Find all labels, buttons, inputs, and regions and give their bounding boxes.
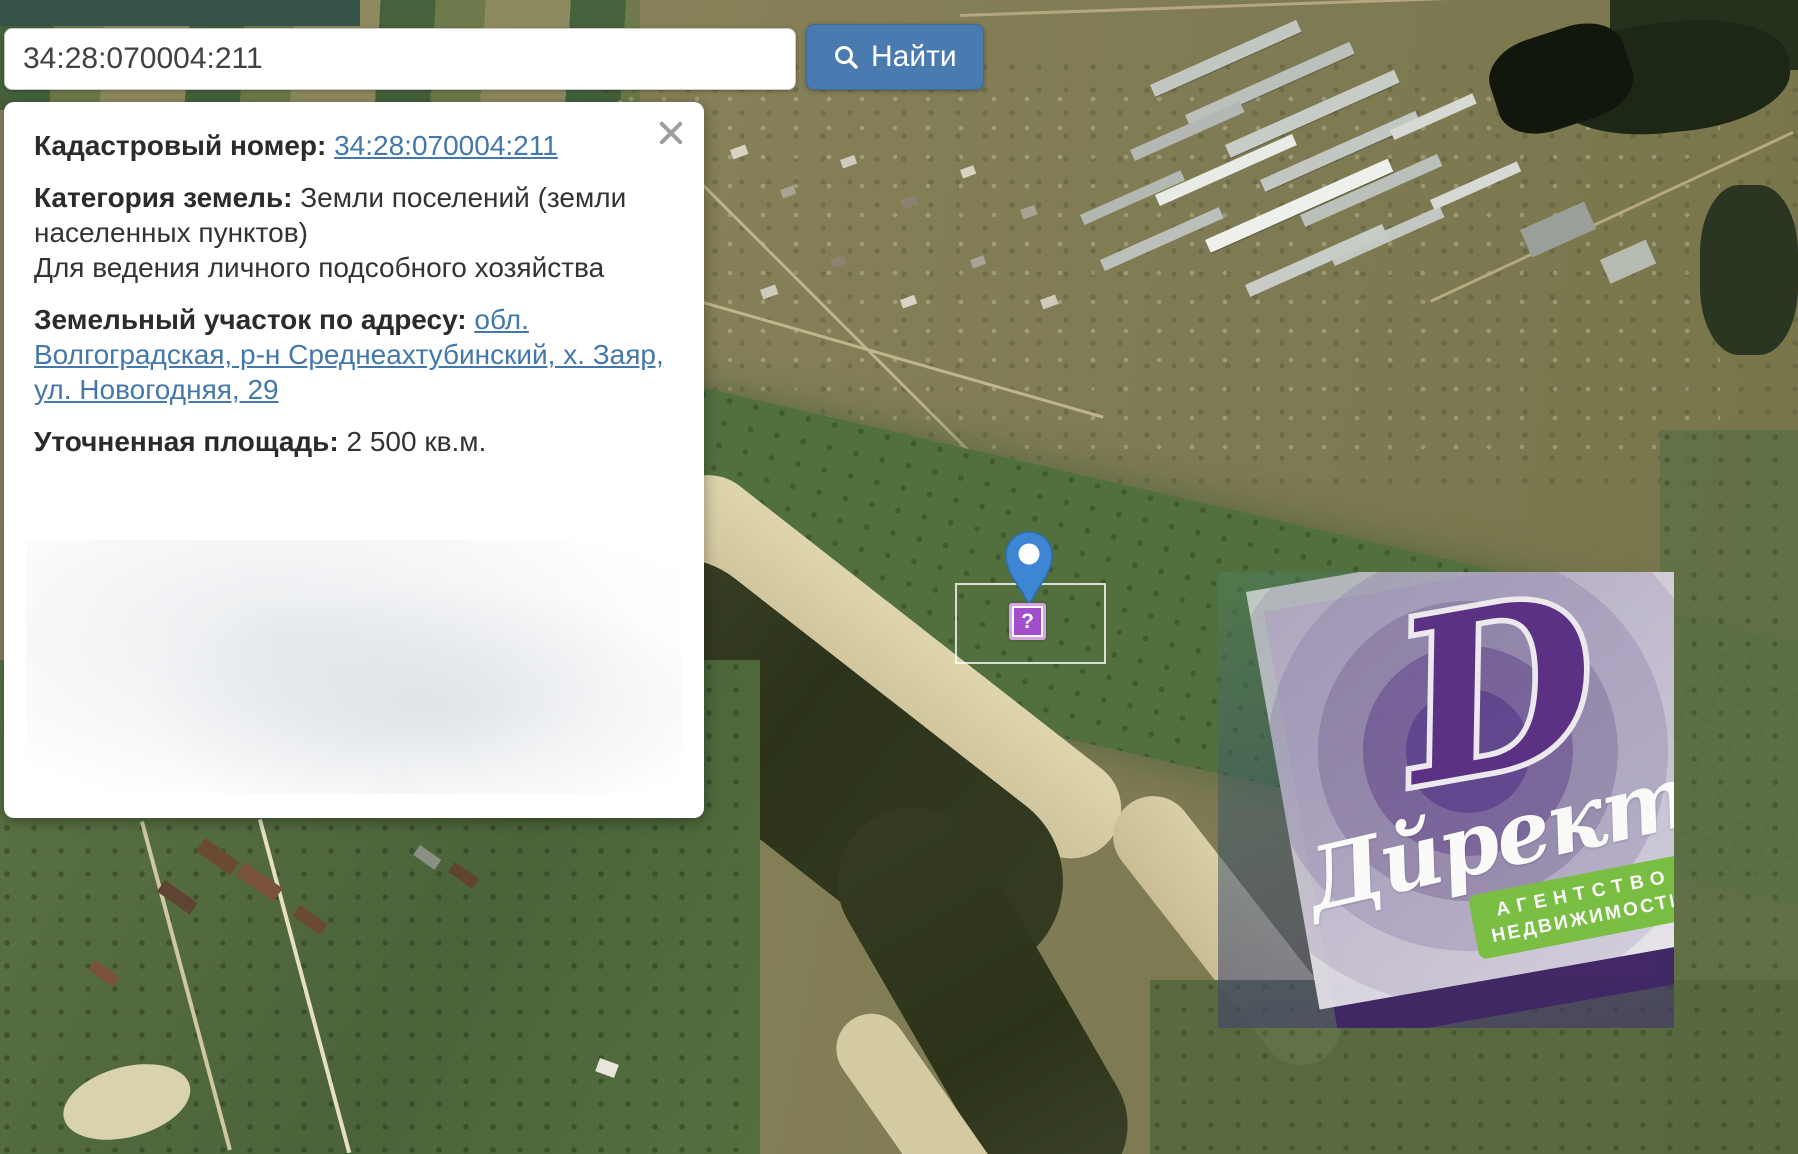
find-button[interactable]: Найти [806, 24, 984, 90]
agency-watermark: D Дйрект АГЕНТСТВО НЕДВИЖИМОСТИ [1218, 572, 1674, 1028]
forest-patch [1700, 185, 1798, 355]
area-value: 2 500 кв.м. [346, 426, 487, 457]
search-input[interactable] [4, 28, 796, 90]
location-pin-icon[interactable] [1004, 530, 1054, 610]
parcel-question-marker[interactable]: ? [1009, 603, 1046, 640]
find-button-label: Найти [871, 40, 957, 73]
cadastral-number-link[interactable]: 34:28:070004:211 [334, 130, 558, 161]
cadastral-number-row: Кадастровый номер: 34:28:070004:211 [34, 128, 674, 163]
parcel-info-panel: Кадастровый номер: 34:28:070004:211 Кате… [4, 102, 704, 818]
land-category-row: Категория земель: Земли поселений (земли… [34, 180, 674, 250]
address-row: Земельный участок по адресу: обл. Волгог… [34, 302, 674, 407]
cadastral-number-label: Кадастровый номер: [34, 130, 327, 161]
faded-preview-image [26, 540, 682, 794]
cadastral-map-app: ? Найти Кадастровый номер: 34:28:070004:… [0, 0, 1798, 1154]
area-label: Уточненная площадь: [34, 426, 339, 457]
close-icon[interactable] [654, 116, 688, 150]
land-category-label: Категория земель: [34, 182, 293, 213]
land-usage-row: Для ведения личного подсобного хозяйства [34, 250, 674, 285]
marker-frame: ? [1012, 606, 1043, 637]
watermark-card: D Дйрект АГЕНТСТВО НЕДВИЖИМОСТИ [1246, 572, 1674, 1010]
land-usage-value: Для ведения личного подсобного хозяйства [34, 252, 605, 283]
address-label: Земельный участок по адресу: [34, 304, 467, 335]
search-icon [835, 46, 858, 69]
area-row: Уточненная площадь: 2 500 кв.м. [34, 424, 674, 459]
map-path [960, 0, 1520, 17]
map-feature [0, 0, 360, 26]
question-icon: ? [1014, 608, 1041, 635]
